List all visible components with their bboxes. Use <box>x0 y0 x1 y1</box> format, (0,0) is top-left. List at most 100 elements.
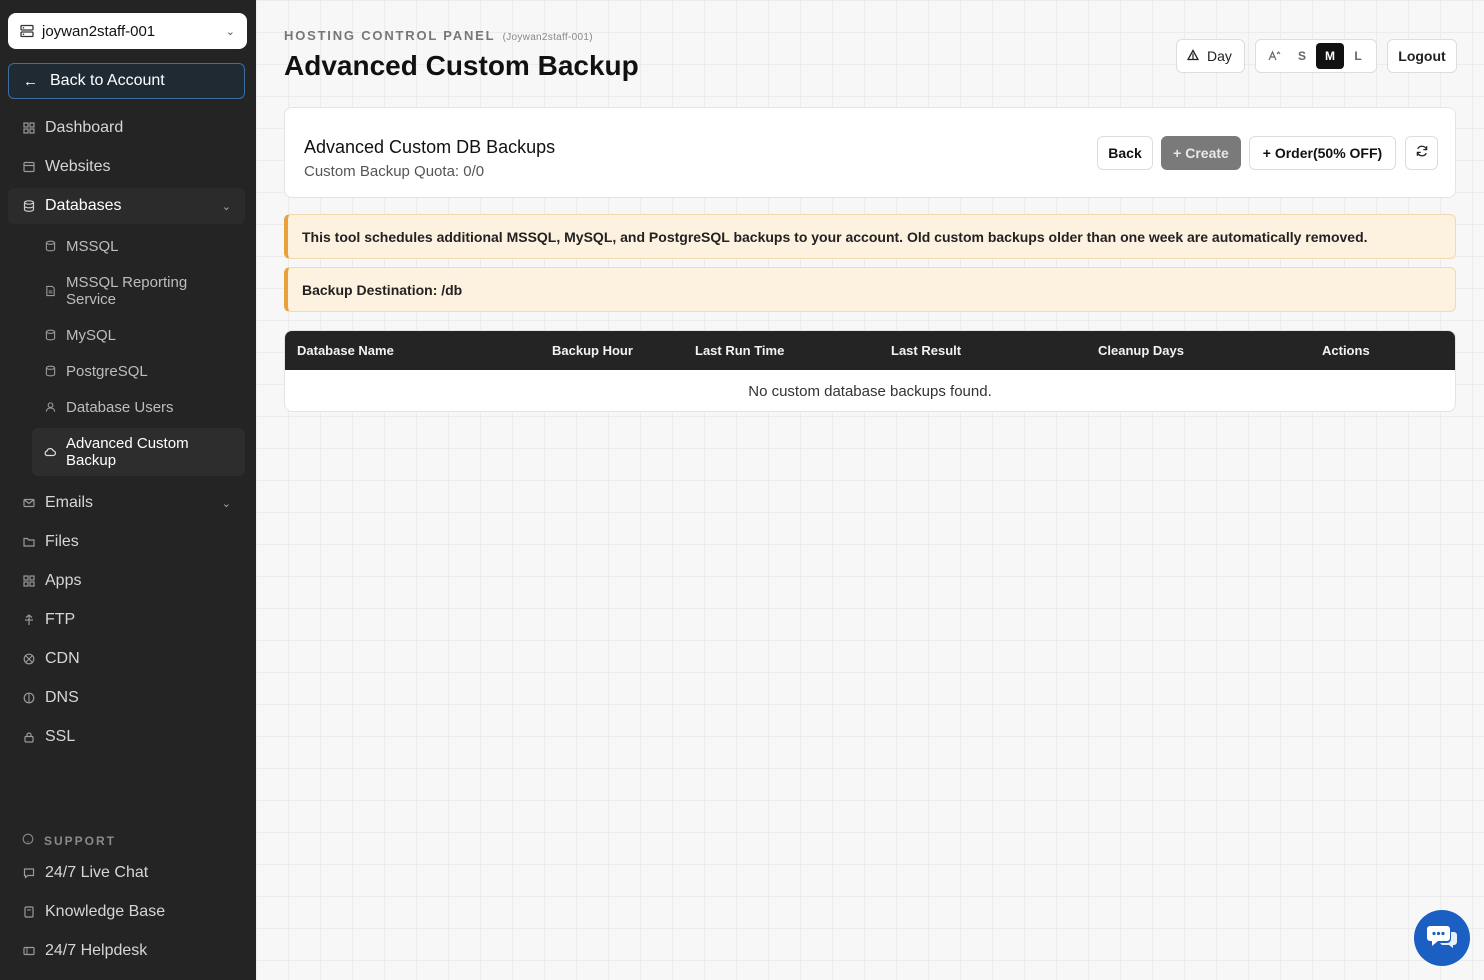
destination-alert: Backup Destination: /db <box>284 267 1456 312</box>
sidebar-item-label: DNS <box>45 689 79 706</box>
sidebar-item-label: CDN <box>45 650 80 667</box>
database-icon <box>22 200 36 212</box>
folder-icon <box>22 536 36 548</box>
sidebar-item-label: Knowledge Base <box>45 903 166 920</box>
column-last-run-time: Last Run Time <box>695 343 785 358</box>
column-database-name: Database Name <box>297 343 394 358</box>
sidebar-item-label: Files <box>45 533 79 550</box>
ticket-icon <box>22 945 36 957</box>
server-icon <box>20 24 34 38</box>
empty-state: No custom database backups found. <box>748 383 992 400</box>
support-label-text: SUPPORT <box>44 833 117 848</box>
font-size-selector: S M L <box>1255 39 1377 73</box>
sidebar-item-databases[interactable]: Databases ⌄ <box>8 188 245 224</box>
browser-icon <box>22 161 36 173</box>
table-header: Database Name Backup Hour Last Run Time … <box>285 331 1455 370</box>
back-to-account-button[interactable]: ← Back to Account <box>8 63 245 99</box>
sidebar-item-cdn[interactable]: CDN <box>8 641 245 677</box>
sidebar-subitem-label: MSSQL Reporting Service <box>66 274 188 308</box>
panel-label: HOSTING CONTROL PANEL (Joywan2staff-001) <box>284 28 593 43</box>
column-last-result: Last Result <box>891 343 962 358</box>
chat-bubble-icon <box>1427 922 1457 955</box>
sidebar-subitem-label: MSSQL <box>66 237 119 255</box>
sidebar-item-label: Dashboard <box>45 119 124 136</box>
book-icon <box>22 906 36 918</box>
sidebar: joywan2staff-001 ⌄ ← Back to Account Das… <box>0 0 256 980</box>
backups-table: Database Name Backup Hour Last Run Time … <box>284 330 1456 412</box>
account-select[interactable]: joywan2staff-001 ⌄ <box>8 13 247 49</box>
sidebar-item-apps[interactable]: Apps <box>8 563 245 599</box>
sidebar-item-dns[interactable]: DNS <box>8 680 245 716</box>
column-cleanup-days: Cleanup Days <box>1098 343 1184 358</box>
back-button[interactable]: Back <box>1097 136 1153 170</box>
account-name: joywan2staff-001 <box>42 22 156 40</box>
database-icon <box>44 240 56 252</box>
sidebar-subitem-mssql-reporting[interactable]: MSSQL Reporting Service <box>32 270 245 312</box>
transfer-icon <box>22 614 36 626</box>
sidebar-item-files[interactable]: Files <box>8 524 245 560</box>
sidebar-item-ssl[interactable]: SSL <box>8 719 245 755</box>
page-title: Advanced Custom Backup <box>284 50 639 81</box>
font-size-s[interactable]: S <box>1288 43 1316 69</box>
support-section-label: SUPPORT <box>22 833 116 848</box>
sidebar-item-label: Apps <box>45 572 82 589</box>
sidebar-subitem-mssql[interactable]: MSSQL <box>32 228 245 264</box>
column-backup-hour: Backup Hour <box>552 343 633 358</box>
cloud-backup-icon <box>44 446 56 458</box>
info-alert: This tool schedules additional MSSQL, My… <box>284 214 1456 259</box>
theme-toggle-button[interactable]: Day <box>1176 39 1245 73</box>
database-icon <box>44 329 56 341</box>
sidebar-item-label: 24/7 Helpdesk <box>45 942 148 959</box>
refresh-button[interactable] <box>1405 136 1438 170</box>
chat-icon <box>22 867 36 879</box>
chevron-down-icon: ⌄ <box>221 200 231 213</box>
panel-label-text: HOSTING CONTROL PANEL <box>284 28 496 43</box>
sidebar-item-dashboard[interactable]: Dashboard <box>8 110 245 146</box>
database-icon <box>44 365 56 377</box>
grid-icon <box>22 122 36 134</box>
sidebar-item-label: SSL <box>45 728 76 745</box>
sidebar-item-label: Databases <box>45 197 122 214</box>
sidebar-item-websites[interactable]: Websites <box>8 149 245 185</box>
sidebar-item-label: 24/7 Live Chat <box>45 864 149 881</box>
sidebar-subitem-postgresql[interactable]: PostgreSQL <box>32 353 245 389</box>
sidebar-item-emails[interactable]: Emails ⌄ <box>8 485 245 521</box>
order-button[interactable]: + Order(50% OFF) <box>1249 136 1396 170</box>
card-title: Advanced Custom DB Backups <box>304 137 556 157</box>
user-icon <box>44 401 56 413</box>
font-size-m[interactable]: M <box>1316 43 1344 69</box>
live-chat-button[interactable] <box>1414 910 1470 966</box>
network-icon <box>22 653 36 665</box>
sidebar-item-live-chat[interactable]: 24/7 Live Chat <box>8 855 245 891</box>
lock-icon <box>22 731 36 743</box>
logout-button[interactable]: Logout <box>1387 39 1457 73</box>
refresh-icon <box>1415 144 1429 162</box>
sun-icon <box>1186 48 1200 64</box>
sidebar-subitem-label: MySQL <box>66 326 117 344</box>
sidebar-subitem-mysql[interactable]: MySQL <box>32 317 245 353</box>
sidebar-item-helpdesk[interactable]: 24/7 Helpdesk <box>8 933 245 969</box>
sidebar-item-ftp[interactable]: FTP <box>8 602 245 638</box>
backup-quota: Custom Backup Quota: 0/0 <box>304 163 485 180</box>
report-icon <box>44 285 56 297</box>
backups-card: Advanced Custom DB Backups Custom Backup… <box>284 107 1456 198</box>
help-circle-icon <box>22 833 34 848</box>
column-actions: Actions <box>1322 343 1370 358</box>
panel-account-id: (Joywan2staff-001) <box>502 32 593 43</box>
chevron-down-icon: ⌄ <box>221 497 231 510</box>
arrow-left-icon: ← <box>23 72 38 90</box>
font-size-l[interactable]: L <box>1344 43 1372 69</box>
main-content: HOSTING CONTROL PANEL (Joywan2staff-001)… <box>256 0 1484 980</box>
sidebar-item-knowledge-base[interactable]: Knowledge Base <box>8 894 245 930</box>
back-to-account-label: Back to Account <box>50 72 165 89</box>
sidebar-subitem-label: PostgreSQL <box>66 362 148 380</box>
sidebar-subitem-database-users[interactable]: Database Users <box>32 389 245 425</box>
create-button[interactable]: + Create <box>1161 136 1241 170</box>
chevron-down-icon: ⌄ <box>225 25 235 38</box>
mail-icon <box>22 497 36 509</box>
sidebar-item-label: Websites <box>45 158 111 175</box>
sidebar-item-label: Emails <box>45 494 94 511</box>
font-size-icon <box>1260 43 1288 69</box>
sidebar-item-label: FTP <box>45 611 76 628</box>
sidebar-subitem-advanced-custom-backup[interactable]: Advanced Custom Backup <box>32 428 245 476</box>
